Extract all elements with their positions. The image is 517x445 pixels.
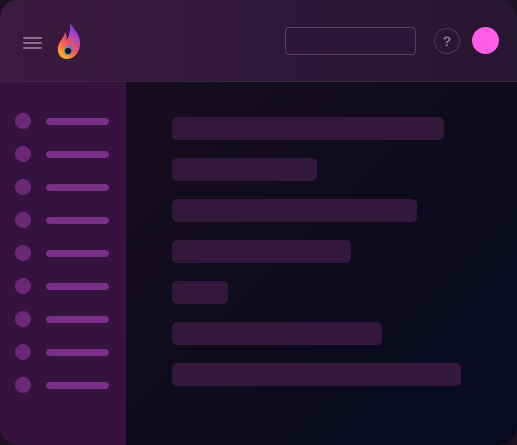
content-skeleton-line [172,322,382,345]
sidebar-item[interactable] [14,145,114,163]
content-skeleton-line [172,363,461,386]
sidebar-item-dot-icon [15,212,31,228]
sidebar-item-label-placeholder [46,316,109,323]
content-skeleton-line [172,158,317,181]
sidebar-item-label-placeholder [46,382,109,389]
sidebar-item-dot-icon [15,278,31,294]
sidebar-item-label-placeholder [46,184,109,191]
sidebar-item[interactable] [14,211,114,229]
sidebar-item[interactable] [14,343,114,361]
sidebar-item-label-placeholder [46,118,109,125]
top-bar: ? [0,0,517,82]
sidebar-item-dot-icon [15,377,31,393]
sidebar-item-label-placeholder [46,217,109,224]
content-skeleton-line [172,117,444,140]
sidebar-item-label-placeholder [46,151,109,158]
sidebar-item[interactable] [14,178,114,196]
sidebar-item-label-placeholder [46,349,109,356]
content-skeleton-line [172,199,417,222]
user-avatar[interactable] [472,27,499,54]
sidebar-item[interactable] [14,277,114,295]
help-button[interactable]: ? [434,28,460,54]
sidebar-item-dot-icon [15,113,31,129]
sidebar-item[interactable] [14,244,114,262]
hamburger-menu-icon[interactable] [23,35,42,51]
sidebar-item-dot-icon [15,245,31,261]
sidebar-item[interactable] [14,112,114,130]
sidebar-item[interactable] [14,310,114,328]
sidebar-item-dot-icon [15,146,31,162]
sidebar [0,82,126,445]
sidebar-item-dot-icon [15,344,31,360]
sidebar-item-dot-icon [15,311,31,327]
flame-logo-icon [57,23,81,59]
sidebar-item-label-placeholder [46,283,109,290]
sidebar-item-label-placeholder [46,250,109,257]
content-skeleton-line [172,240,351,263]
sidebar-item[interactable] [14,376,114,394]
search-input[interactable] [285,27,416,55]
content-skeleton-line [172,281,228,304]
app-window: ? [0,0,517,445]
sidebar-item-dot-icon [15,179,31,195]
